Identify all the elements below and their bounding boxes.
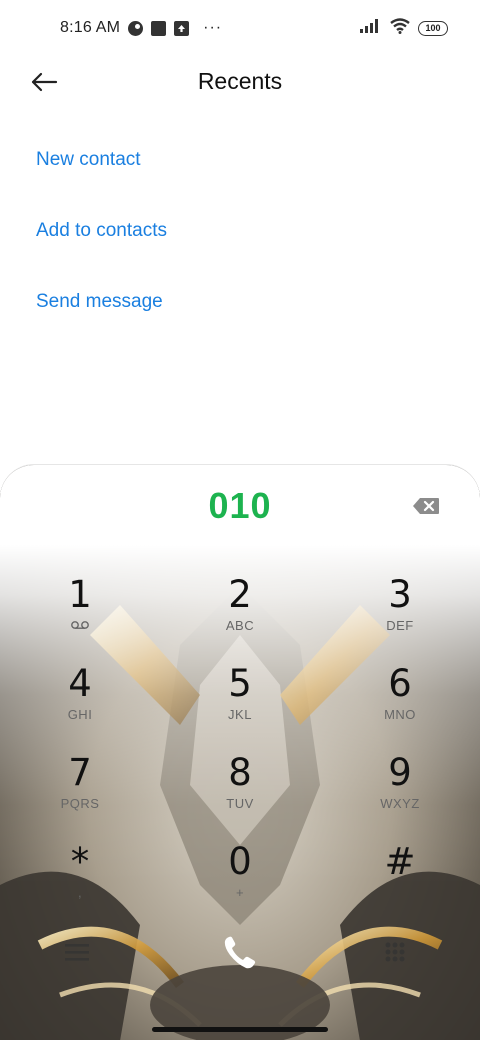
wifi-icon (390, 17, 410, 39)
new-contact-link[interactable]: New contact (36, 130, 167, 201)
key-star[interactable]: * , (0, 840, 160, 929)
add-to-contacts-link[interactable]: Add to contacts (36, 201, 167, 272)
status-time: 8:16 AM (60, 19, 121, 36)
key-4[interactable]: 4 GHI (0, 662, 160, 751)
voicemail-icon (70, 619, 90, 633)
status-bar-left: 8:16 AM ··· (60, 19, 222, 37)
page-title: Recents (197, 68, 283, 94)
key-2[interactable]: 2 ABC (160, 573, 320, 662)
key-digit: # (384, 840, 416, 883)
signal-icon (360, 18, 382, 38)
phone-icon (224, 936, 256, 969)
home-indicator[interactable] (152, 1027, 328, 1032)
key-letters: PQRS (60, 796, 100, 811)
key-digit: 9 (388, 751, 412, 794)
key-digit: 6 (388, 662, 412, 705)
key-letters: , (77, 885, 83, 900)
menu-icon (65, 944, 89, 961)
dialer-bottom-row (0, 933, 480, 981)
dialed-number: 010 (208, 485, 272, 526)
key-1[interactable]: 1 (0, 573, 160, 662)
key-digit: 2 (228, 573, 252, 616)
key-digit: 0 (228, 840, 252, 883)
action-list: New contact Add to contacts Send message (36, 130, 167, 343)
backspace-icon (413, 498, 439, 514)
key-9[interactable]: 9 WXYZ (320, 751, 480, 840)
backspace-button[interactable] (412, 497, 444, 519)
key-letters: TUV (226, 796, 254, 811)
key-letters: JKL (228, 707, 252, 722)
key-5[interactable]: 5 JKL (160, 662, 320, 751)
key-digit: * (70, 840, 90, 883)
key-7[interactable]: 7 PQRS (0, 751, 160, 840)
key-letters: + (235, 885, 245, 900)
keypad: 1 2 ABC 3 DEF 4 GHI 5 JKL 6 MNO 7 PQRS 8… (0, 573, 480, 929)
dialpad-toggle-button[interactable] (384, 941, 406, 965)
key-6[interactable]: 6 MNO (320, 662, 480, 751)
key-letters: WXYZ (380, 796, 420, 811)
notification-app-icon (128, 20, 144, 36)
menu-button[interactable] (64, 941, 94, 971)
key-digit: 1 (68, 573, 92, 616)
dialpad-icon (385, 942, 405, 962)
key-letters: ABC (225, 618, 255, 633)
status-bar: 8:16 AM ··· 100 (0, 0, 480, 56)
key-digit: 7 (68, 751, 92, 794)
key-3[interactable]: 3 DEF (320, 573, 480, 662)
key-letters: MNO (384, 707, 416, 722)
key-letters: GHI (67, 707, 93, 722)
send-message-link[interactable]: Send message (36, 272, 167, 343)
key-digit: 4 (68, 662, 92, 705)
key-digit: 5 (228, 662, 252, 705)
notification-square-icon (151, 20, 167, 36)
key-hash[interactable]: # (320, 840, 480, 929)
key-digit: 8 (228, 751, 252, 794)
key-digit: 3 (388, 573, 412, 616)
dialpad-panel: 010 1 2 ABC 3 DEF 4 GHI 5 JKL 6 MNO 7 PQ… (0, 464, 480, 1040)
key-0[interactable]: 0 + (160, 840, 320, 929)
key-8[interactable]: 8 TUV (160, 751, 320, 840)
battery-icon: 100 (418, 20, 448, 36)
call-button[interactable] (220, 933, 260, 977)
header: Recents (0, 56, 480, 108)
more-notifications-icon: ··· (203, 19, 223, 36)
upload-icon (174, 20, 190, 36)
status-bar-right: 100 (360, 17, 448, 39)
key-letters: DEF (386, 618, 414, 633)
